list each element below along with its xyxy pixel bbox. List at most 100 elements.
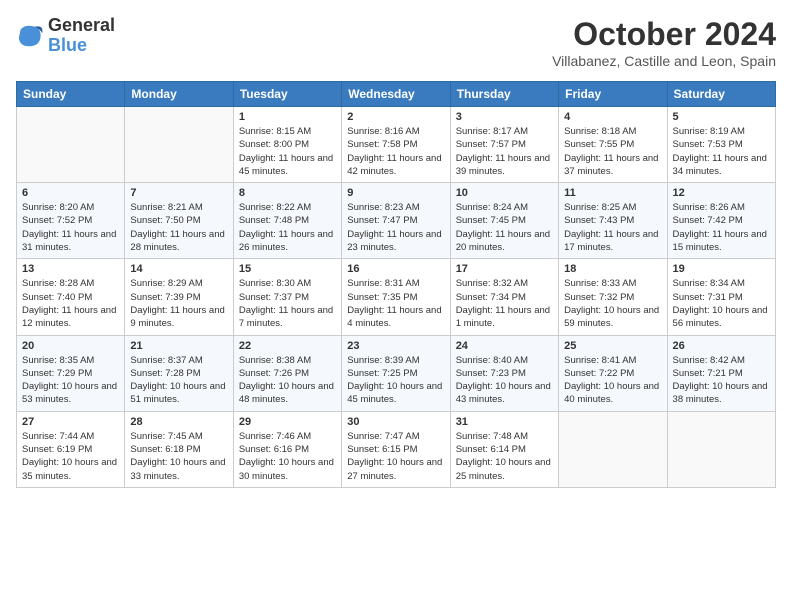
calendar-cell: 30 Sunrise: 7:47 AM Sunset: 6:15 PM Dayli… xyxy=(342,411,450,487)
day-number: 25 xyxy=(564,340,661,352)
day-number: 13 xyxy=(22,263,119,275)
day-info: Sunrise: 8:35 AM Sunset: 7:29 PM Dayligh… xyxy=(22,354,119,407)
day-info: Sunrise: 8:40 AM Sunset: 7:23 PM Dayligh… xyxy=(456,354,553,407)
day-number: 11 xyxy=(564,187,661,199)
day-number: 12 xyxy=(673,187,770,199)
calendar-header-thursday: Thursday xyxy=(450,82,558,107)
calendar-week-3: 13 Sunrise: 8:28 AM Sunset: 7:40 PM Dayli… xyxy=(17,259,776,335)
calendar-cell: 4Sunrise: 8:18 AM Sunset: 7:55 PM Daylig… xyxy=(559,107,667,183)
calendar-cell xyxy=(559,411,667,487)
day-info: Sunrise: 8:18 AM Sunset: 7:55 PM Dayligh… xyxy=(564,125,661,178)
calendar-cell: 15 Sunrise: 8:30 AM Sunset: 7:37 PM Dayli… xyxy=(233,259,341,335)
calendar-cell: 6 Sunrise: 8:20 AM Sunset: 7:52 PM Daylig… xyxy=(17,183,125,259)
page-header: General Blue October 2024 Villabanez, Ca… xyxy=(16,16,776,69)
day-number: 10 xyxy=(456,187,553,199)
calendar-cell xyxy=(667,411,775,487)
calendar-cell: 23Sunrise: 8:39 AM Sunset: 7:25 PM Dayli… xyxy=(342,335,450,411)
calendar-week-2: 6 Sunrise: 8:20 AM Sunset: 7:52 PM Daylig… xyxy=(17,183,776,259)
calendar-cell: 3 Sunrise: 8:17 AM Sunset: 7:57 PM Daylig… xyxy=(450,107,558,183)
day-info: Sunrise: 8:29 AM Sunset: 7:39 PM Dayligh… xyxy=(130,277,227,330)
calendar-cell: 19 Sunrise: 8:34 AM Sunset: 7:31 PM Dayli… xyxy=(667,259,775,335)
logo-icon xyxy=(16,22,44,50)
day-number: 2 xyxy=(347,111,444,123)
calendar-cell: 9 Sunrise: 8:23 AM Sunset: 7:47 PM Daylig… xyxy=(342,183,450,259)
day-number: 27 xyxy=(22,416,119,428)
day-number: 31 xyxy=(456,416,553,428)
calendar-cell: 22 Sunrise: 8:38 AM Sunset: 7:26 PM Dayli… xyxy=(233,335,341,411)
day-info: Sunrise: 8:23 AM Sunset: 7:47 PM Dayligh… xyxy=(347,201,444,254)
day-number: 6 xyxy=(22,187,119,199)
calendar-cell: 26 Sunrise: 8:42 AM Sunset: 7:21 PM Dayli… xyxy=(667,335,775,411)
day-number: 5 xyxy=(673,111,770,123)
calendar-cell: 13 Sunrise: 8:28 AM Sunset: 7:40 PM Dayli… xyxy=(17,259,125,335)
calendar-cell: 5 Sunrise: 8:19 AM Sunset: 7:53 PM Daylig… xyxy=(667,107,775,183)
calendar-cell: 24 Sunrise: 8:40 AM Sunset: 7:23 PM Dayli… xyxy=(450,335,558,411)
day-info: Sunrise: 8:16 AM Sunset: 7:58 PM Dayligh… xyxy=(347,125,444,178)
day-info: Sunrise: 8:30 AM Sunset: 7:37 PM Dayligh… xyxy=(239,277,336,330)
calendar-cell: 27Sunrise: 7:44 AM Sunset: 6:19 PM Dayli… xyxy=(17,411,125,487)
calendar-header-monday: Monday xyxy=(125,82,233,107)
day-number: 1 xyxy=(239,111,336,123)
day-info: Sunrise: 8:17 AM Sunset: 7:57 PM Dayligh… xyxy=(456,125,553,178)
day-number: 18 xyxy=(564,263,661,275)
day-number: 15 xyxy=(239,263,336,275)
calendar-week-5: 27Sunrise: 7:44 AM Sunset: 6:19 PM Dayli… xyxy=(17,411,776,487)
day-info: Sunrise: 8:15 AM Sunset: 8:00 PM Dayligh… xyxy=(239,125,336,178)
day-info: Sunrise: 8:39 AM Sunset: 7:25 PM Dayligh… xyxy=(347,354,444,407)
day-number: 14 xyxy=(130,263,227,275)
day-info: Sunrise: 8:34 AM Sunset: 7:31 PM Dayligh… xyxy=(673,277,770,330)
day-number: 26 xyxy=(673,340,770,352)
day-number: 30 xyxy=(347,416,444,428)
calendar-cell: 8Sunrise: 8:22 AM Sunset: 7:48 PM Daylig… xyxy=(233,183,341,259)
title-area: October 2024 Villabanez, Castille and Le… xyxy=(552,16,776,69)
day-number: 8 xyxy=(239,187,336,199)
calendar-cell: 31 Sunrise: 7:48 AM Sunset: 6:14 PM Dayli… xyxy=(450,411,558,487)
logo-line1: General xyxy=(48,16,115,36)
calendar-cell: 28Sunrise: 7:45 AM Sunset: 6:18 PM Dayli… xyxy=(125,411,233,487)
calendar-body: 1 Sunrise: 8:15 AM Sunset: 8:00 PM Daylig… xyxy=(17,107,776,488)
day-number: 22 xyxy=(239,340,336,352)
calendar-cell: 29 Sunrise: 7:46 AM Sunset: 6:16 PM Dayli… xyxy=(233,411,341,487)
calendar-week-1: 1 Sunrise: 8:15 AM Sunset: 8:00 PM Daylig… xyxy=(17,107,776,183)
calendar-cell: 25Sunrise: 8:41 AM Sunset: 7:22 PM Dayli… xyxy=(559,335,667,411)
calendar-header-tuesday: Tuesday xyxy=(233,82,341,107)
day-info: Sunrise: 8:38 AM Sunset: 7:26 PM Dayligh… xyxy=(239,354,336,407)
day-info: Sunrise: 7:48 AM Sunset: 6:14 PM Dayligh… xyxy=(456,430,553,483)
calendar-cell: 16 Sunrise: 8:31 AM Sunset: 7:35 PM Dayli… xyxy=(342,259,450,335)
day-info: Sunrise: 7:47 AM Sunset: 6:15 PM Dayligh… xyxy=(347,430,444,483)
calendar-header-row: SundayMondayTuesdayWednesdayThursdayFrid… xyxy=(17,82,776,107)
calendar-table: SundayMondayTuesdayWednesdayThursdayFrid… xyxy=(16,81,776,488)
day-info: Sunrise: 8:21 AM Sunset: 7:50 PM Dayligh… xyxy=(130,201,227,254)
calendar-cell: 10 Sunrise: 8:24 AM Sunset: 7:45 PM Dayli… xyxy=(450,183,558,259)
calendar-cell: 2 Sunrise: 8:16 AM Sunset: 7:58 PM Daylig… xyxy=(342,107,450,183)
day-number: 17 xyxy=(456,263,553,275)
day-info: Sunrise: 8:25 AM Sunset: 7:43 PM Dayligh… xyxy=(564,201,661,254)
day-info: Sunrise: 7:46 AM Sunset: 6:16 PM Dayligh… xyxy=(239,430,336,483)
calendar-cell: 12 Sunrise: 8:26 AM Sunset: 7:42 PM Dayli… xyxy=(667,183,775,259)
day-number: 24 xyxy=(456,340,553,352)
day-info: Sunrise: 8:24 AM Sunset: 7:45 PM Dayligh… xyxy=(456,201,553,254)
day-info: Sunrise: 8:20 AM Sunset: 7:52 PM Dayligh… xyxy=(22,201,119,254)
day-info: Sunrise: 8:26 AM Sunset: 7:42 PM Dayligh… xyxy=(673,201,770,254)
day-info: Sunrise: 8:19 AM Sunset: 7:53 PM Dayligh… xyxy=(673,125,770,178)
day-number: 3 xyxy=(456,111,553,123)
logo: General Blue xyxy=(16,16,115,56)
day-info: Sunrise: 8:31 AM Sunset: 7:35 PM Dayligh… xyxy=(347,277,444,330)
day-number: 21 xyxy=(130,340,227,352)
day-number: 29 xyxy=(239,416,336,428)
day-number: 7 xyxy=(130,187,227,199)
day-number: 19 xyxy=(673,263,770,275)
day-info: Sunrise: 8:42 AM Sunset: 7:21 PM Dayligh… xyxy=(673,354,770,407)
day-number: 20 xyxy=(22,340,119,352)
calendar-header-saturday: Saturday xyxy=(667,82,775,107)
calendar-cell: 11 Sunrise: 8:25 AM Sunset: 7:43 PM Dayli… xyxy=(559,183,667,259)
calendar-cell: 17 Sunrise: 8:32 AM Sunset: 7:34 PM Dayli… xyxy=(450,259,558,335)
logo-line2: Blue xyxy=(48,36,115,56)
day-number: 9 xyxy=(347,187,444,199)
day-info: Sunrise: 8:33 AM Sunset: 7:32 PM Dayligh… xyxy=(564,277,661,330)
day-number: 16 xyxy=(347,263,444,275)
day-number: 28 xyxy=(130,416,227,428)
day-info: Sunrise: 8:28 AM Sunset: 7:40 PM Dayligh… xyxy=(22,277,119,330)
page-subtitle: Villabanez, Castille and Leon, Spain xyxy=(552,53,776,69)
day-info: Sunrise: 8:32 AM Sunset: 7:34 PM Dayligh… xyxy=(456,277,553,330)
